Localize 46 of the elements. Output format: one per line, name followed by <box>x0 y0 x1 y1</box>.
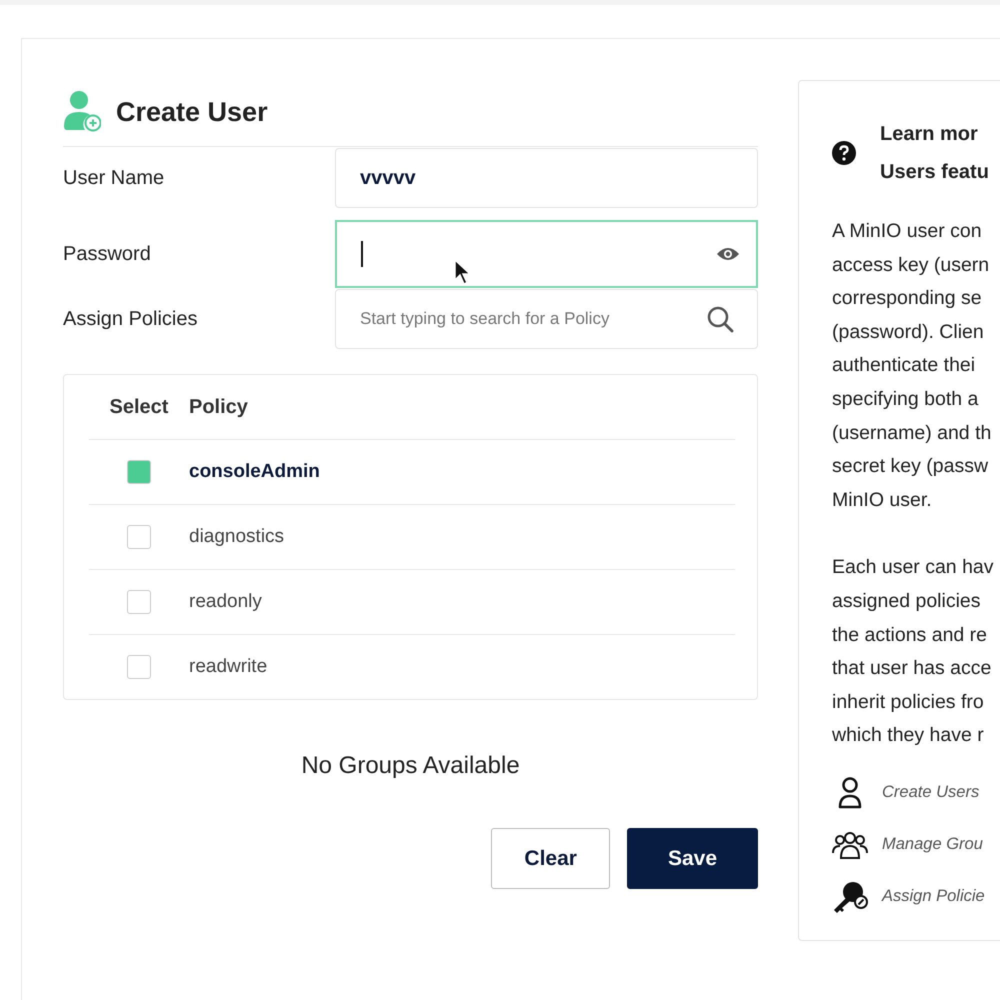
help-text: (username) and th <box>832 420 992 446</box>
key-icon <box>832 880 868 914</box>
field-label: User Name <box>63 166 166 190</box>
help-text: Each user can hav <box>832 555 995 580</box>
help-text: corresponding se <box>832 286 983 312</box>
help-text: access key (usern <box>832 252 990 278</box>
help-text: assigned policies <box>832 588 982 614</box>
help-text: specifying both a <box>832 386 980 412</box>
policy-name: readwrite <box>189 656 268 678</box>
checkbox[interactable] <box>127 525 151 549</box>
group-icon <box>832 830 868 859</box>
help-text: (password). Clien <box>832 320 985 345</box>
help-link[interactable]: Assign Policie <box>882 887 985 906</box>
column-header: Policy <box>189 396 248 418</box>
help-title: Users featu <box>880 160 989 185</box>
checkbox[interactable] <box>127 460 151 484</box>
search-icon[interactable] <box>706 305 734 333</box>
help-text: inherit policies fro <box>832 690 985 715</box>
clear-button[interactable]: Clear <box>491 828 610 889</box>
page-title: Create User <box>116 96 268 128</box>
help-icon <box>832 141 856 165</box>
help-text: secret key (passw <box>832 454 990 480</box>
help-text: the actions and re <box>832 622 988 648</box>
save-button[interactable]: Save <box>626 828 758 889</box>
help-text: MinIO user. <box>832 488 933 513</box>
help-link[interactable]: Manage Grou <box>882 835 983 854</box>
user-name-field[interactable]: vvvvv <box>335 148 758 208</box>
user-add-icon <box>63 90 101 132</box>
field-label: Assign Policies <box>63 308 199 330</box>
help-text: A MinIO user con <box>832 219 983 244</box>
help-link[interactable]: Create Users <box>882 783 980 802</box>
help-text: which they have r <box>832 723 985 748</box>
column-header: Select <box>108 396 170 418</box>
field-label: Password <box>63 242 152 266</box>
policy-name: diagnostics <box>189 526 284 548</box>
policy-name: readonly <box>189 591 262 613</box>
eye-icon[interactable] <box>716 246 740 262</box>
help-text: that user has acce <box>832 656 992 682</box>
policy-search-field[interactable]: Start typing to search for a Policy <box>335 289 758 349</box>
policy-name: consoleAdmin <box>189 461 320 483</box>
help-text: authenticate thei <box>832 353 976 378</box>
password-field[interactable] <box>335 220 758 288</box>
help-title: Learn mor <box>880 122 979 147</box>
checkbox[interactable] <box>127 590 151 614</box>
empty-message: No Groups Available <box>301 752 520 779</box>
checkbox[interactable] <box>127 655 151 679</box>
